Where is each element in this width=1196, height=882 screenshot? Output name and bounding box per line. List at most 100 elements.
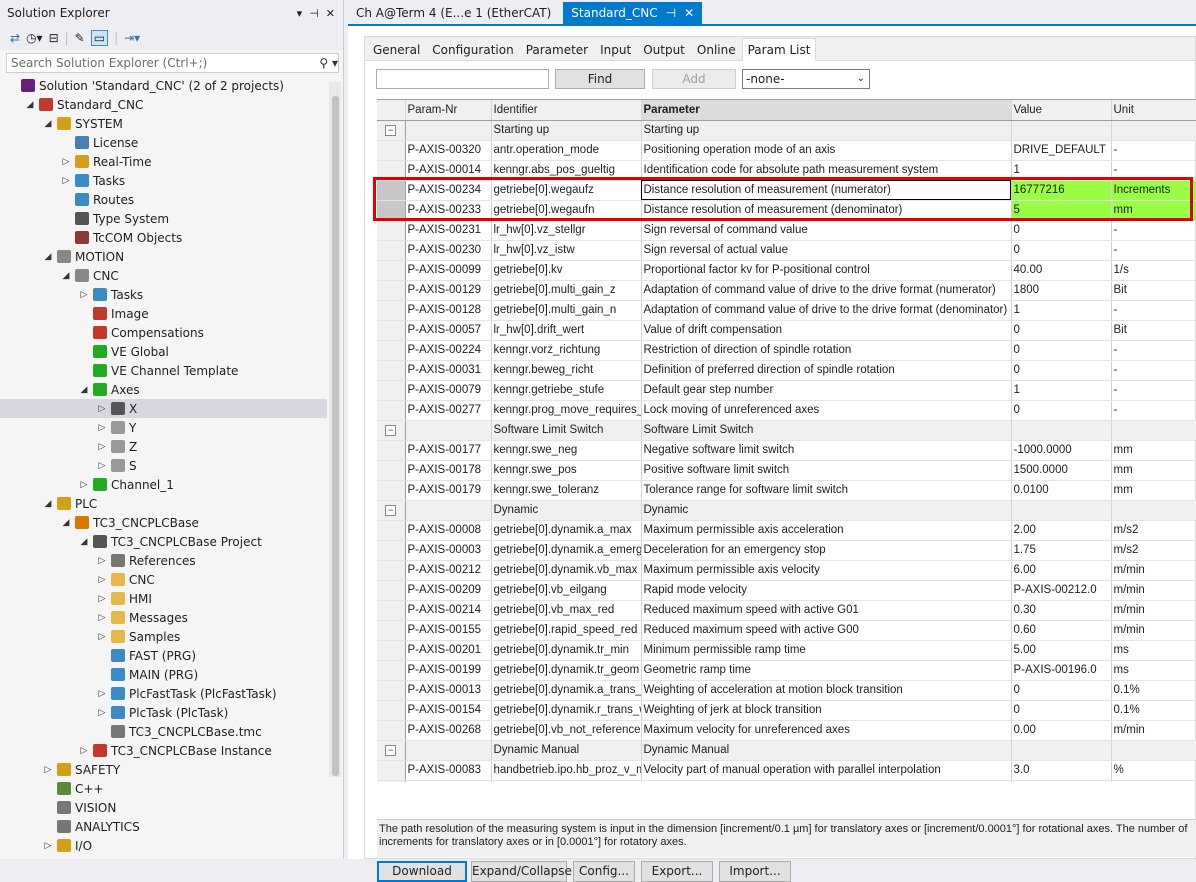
row-header[interactable]: −: [377, 740, 406, 761]
row-header[interactable]: [377, 400, 406, 421]
filter-select[interactable]: -none- ⌄: [742, 69, 870, 89]
add-button[interactable]: Add: [652, 69, 736, 89]
row-header[interactable]: −: [377, 500, 406, 521]
tree-item[interactable]: Compensations: [0, 323, 327, 342]
row-header[interactable]: [377, 320, 406, 341]
tree-item[interactable]: ◢ Standard_CNC: [0, 95, 327, 114]
tree-item[interactable]: Type System: [0, 209, 327, 228]
tree-item[interactable]: TcCOM Objects: [0, 228, 327, 247]
row-header[interactable]: [377, 340, 406, 361]
table-row[interactable]: P-AXIS-00031 kenngr.beweg_richt Definition…: [377, 360, 1196, 381]
tree-item[interactable]: ▷ Tasks: [0, 285, 327, 304]
import-button[interactable]: Import...: [719, 861, 791, 882]
expanded-arrow-icon[interactable]: ◢: [78, 537, 90, 547]
panel-tab[interactable]: Parameter: [520, 40, 594, 60]
collapse-group-icon[interactable]: −: [385, 505, 397, 516]
collapsed-arrow-icon[interactable]: ▷: [96, 689, 108, 699]
row-header[interactable]: [377, 300, 406, 321]
cell-value[interactable]: P-AXIS-00196.0: [1011, 660, 1112, 681]
expand-collapse-button[interactable]: Expand/Collapse: [471, 861, 572, 882]
tree-item[interactable]: ▷ CNC: [0, 570, 327, 589]
tree-item[interactable]: TC3_CNCPLCBase.tmc: [0, 722, 327, 741]
collapsed-arrow-icon[interactable]: ▷: [96, 442, 108, 452]
solution-explorer-search[interactable]: Search Solution Explorer (Ctrl+;) ⚲ ▾: [6, 53, 339, 73]
cell-value[interactable]: 1: [1011, 380, 1112, 401]
row-header[interactable]: [377, 640, 406, 661]
export-button[interactable]: Export...: [641, 861, 713, 882]
table-row[interactable]: P-AXIS-00003 getriebe[0].dynamik.a_emerge…: [377, 540, 1196, 561]
collapsed-arrow-icon[interactable]: ▷: [96, 613, 108, 623]
col-header-parameter[interactable]: Parameter: [641, 100, 1012, 121]
tree-item[interactable]: FAST (PRG): [0, 646, 327, 665]
tree-item[interactable]: ▷ TC3_CNCPLCBase Instance: [0, 741, 327, 760]
cell-value[interactable]: 0: [1011, 320, 1112, 341]
tree-item[interactable]: License: [0, 133, 327, 152]
find-button[interactable]: Find: [555, 69, 645, 89]
download-button[interactable]: Download: [377, 861, 467, 882]
close-tab-icon[interactable]: ✕: [684, 6, 694, 20]
table-row[interactable]: P-AXIS-00201 getriebe[0].dynamik.tr_min Mi…: [377, 640, 1196, 661]
group-row[interactable]: − Dynamic Manual Dynamic Manual: [377, 740, 1196, 761]
expanded-arrow-icon[interactable]: ◢: [24, 100, 36, 110]
search-icon[interactable]: ⚲ ▾: [319, 56, 338, 70]
cell-value[interactable]: 6.00: [1011, 560, 1112, 581]
document-tab[interactable]: Ch A@Term 4 (E...e 1 (EtherCAT): [348, 2, 559, 24]
collapsed-arrow-icon[interactable]: ▷: [96, 404, 108, 414]
expanded-arrow-icon[interactable]: ◢: [60, 518, 72, 528]
panel-tab[interactable]: Online: [691, 40, 742, 60]
document-tab[interactable]: Standard_CNC ⊣ ✕: [563, 2, 703, 24]
config-button[interactable]: Config...: [573, 861, 635, 882]
row-header[interactable]: [377, 660, 406, 681]
collapsed-arrow-icon[interactable]: ▷: [96, 594, 108, 604]
cell-value[interactable]: 1: [1011, 300, 1112, 321]
preview-icon[interactable]: ▭: [90, 30, 109, 46]
cell-value[interactable]: 3.0: [1011, 780, 1112, 782]
row-header[interactable]: [377, 780, 406, 782]
tree-item[interactable]: ▷ PlcFastTask (PlcFastTask): [0, 684, 327, 703]
collapsed-arrow-icon[interactable]: ▷: [96, 708, 108, 718]
table-row[interactable]: P-AXIS-00224 kenngr.vorz_richtung Restrict…: [377, 340, 1196, 361]
row-header[interactable]: −: [377, 420, 406, 441]
cell-value[interactable]: [1011, 420, 1112, 441]
table-row[interactable]: P-AXIS-00008 getriebe[0].dynamik.a_max Max…: [377, 520, 1196, 541]
tree-item[interactable]: Solution 'Standard_CNC' (2 of 2 projects…: [0, 76, 327, 95]
row-header[interactable]: [377, 480, 406, 501]
table-row[interactable]: P-AXIS-00277 kenngr.prog_move_requires_hc…: [377, 400, 1196, 421]
cell-value[interactable]: 2.00: [1011, 520, 1112, 541]
row-header[interactable]: [377, 520, 406, 541]
panel-tab[interactable]: Output: [637, 40, 691, 60]
cell-value[interactable]: 0: [1011, 240, 1112, 261]
find-input[interactable]: [376, 69, 549, 89]
expanded-arrow-icon[interactable]: ◢: [42, 252, 54, 262]
col-header-param-nr[interactable]: Param-Nr: [405, 100, 492, 121]
table-row[interactable]: P-AXIS-00082handbetrieb.ipo.hb_proz_a_ma…: [377, 780, 1196, 782]
row-header[interactable]: [377, 260, 406, 281]
collapsed-arrow-icon[interactable]: ▷: [60, 157, 72, 167]
table-row[interactable]: P-AXIS-00214 getriebe[0].vb_max_red Reduce…: [377, 600, 1196, 621]
table-row[interactable]: P-AXIS-00179 kenngr.swe_toleranz Tolerance…: [377, 480, 1196, 501]
collapsed-arrow-icon[interactable]: ▷: [96, 632, 108, 642]
expanded-arrow-icon[interactable]: ◢: [42, 499, 54, 509]
table-row[interactable]: P-AXIS-00128 getriebe[0].multi_gain_n Adap…: [377, 300, 1196, 321]
table-row[interactable]: P-AXIS-00212 getriebe[0].dynamik.vb_max Ma…: [377, 560, 1196, 581]
row-header[interactable]: [377, 460, 406, 481]
table-row[interactable]: P-AXIS-00231 lr_hw[0].vz_stellgr Sign reve…: [377, 220, 1196, 241]
tree-item[interactable]: ◢ SYSTEM: [0, 114, 327, 133]
row-header[interactable]: [377, 580, 406, 601]
panel-tab[interactable]: General: [367, 40, 426, 60]
tree-item[interactable]: ◢ MOTION: [0, 247, 327, 266]
cell-value[interactable]: 0: [1011, 680, 1112, 701]
tree-item[interactable]: C++: [0, 779, 327, 798]
tree-item[interactable]: ▷ Y: [0, 418, 327, 437]
tree-item[interactable]: ◢ PLC: [0, 494, 327, 513]
row-header[interactable]: [377, 700, 406, 721]
collapsed-arrow-icon[interactable]: ▷: [96, 556, 108, 566]
cell-value[interactable]: 1500.0000: [1011, 460, 1112, 481]
tree-item[interactable]: ▷ X: [0, 399, 327, 418]
panel-tab[interactable]: Param List: [741, 38, 817, 61]
group-row[interactable]: − Dynamic Dynamic: [377, 500, 1196, 521]
table-row[interactable]: P-AXIS-00178 kenngr.swe_pos Positive softw…: [377, 460, 1196, 481]
collapse-group-icon[interactable]: −: [385, 425, 397, 436]
collapsed-arrow-icon[interactable]: ▷: [96, 575, 108, 585]
tree-item[interactable]: ◢ TC3_CNCPLCBase Project: [0, 532, 327, 551]
